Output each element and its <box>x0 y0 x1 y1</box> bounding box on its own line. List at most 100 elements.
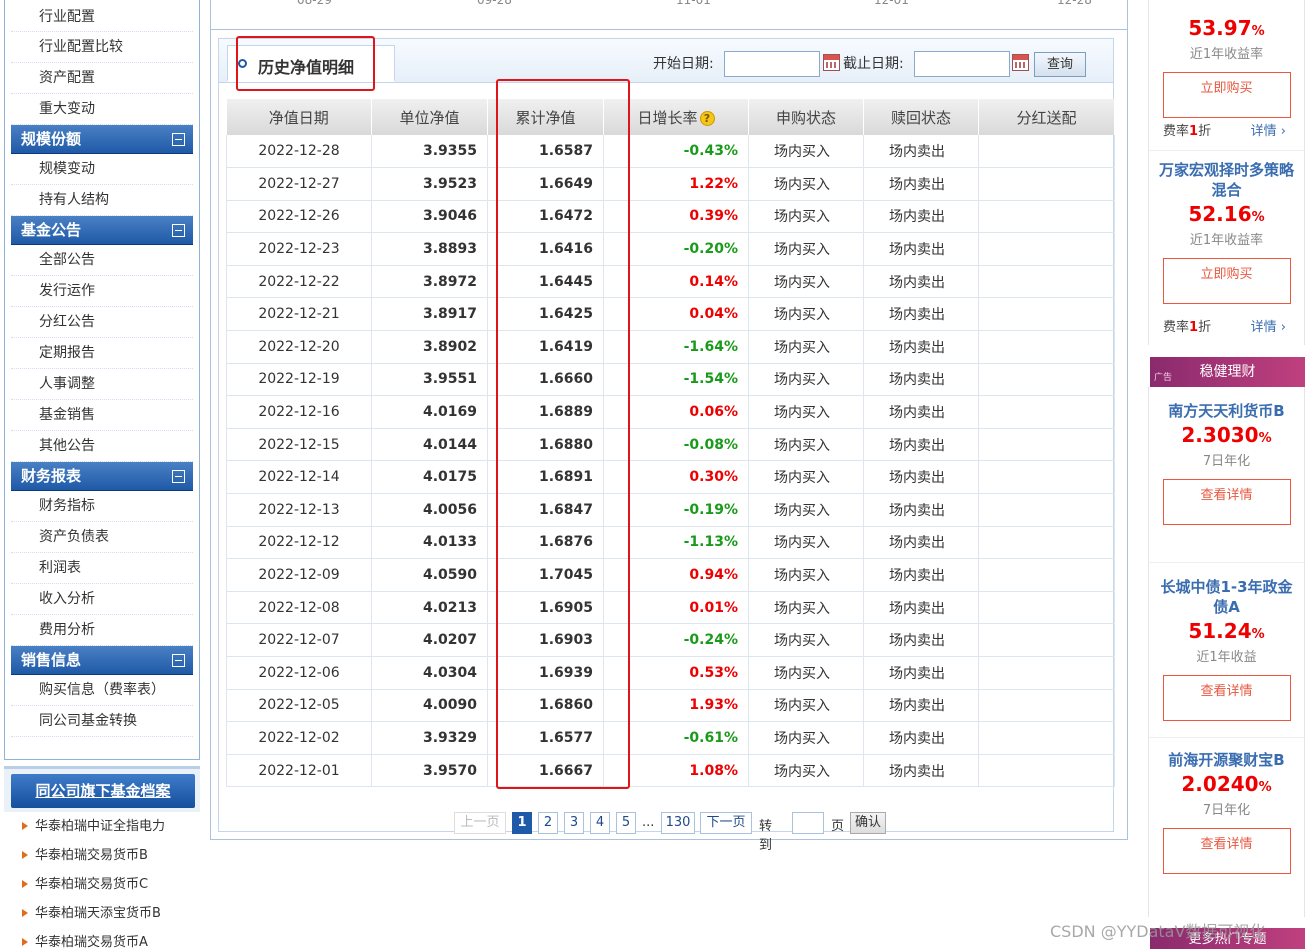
sidebar-item[interactable]: 持有人结构 <box>11 185 193 216</box>
cell-redeem-status: 场内卖出 <box>863 232 979 266</box>
cell-dividend <box>978 428 1115 462</box>
company-fund-link[interactable]: 华泰柏瑞中证全指电力 <box>4 812 200 841</box>
cell-unit-nav: 4.0213 <box>371 591 488 625</box>
sidebar-item[interactable]: 分红公告 <box>11 307 193 338</box>
fund-name-link[interactable]: 万家宏观择时多策略混合 <box>1149 160 1304 200</box>
company-fund-link[interactable]: 华泰柏瑞交易货币C <box>4 870 200 899</box>
fund-name-link[interactable]: 长城中债1-3年政金债A <box>1149 577 1304 617</box>
collapse-icon[interactable] <box>172 654 185 667</box>
sidebar-item[interactable]: 费用分析 <box>11 615 193 646</box>
cell-acc-nav: 1.6847 <box>487 493 604 527</box>
buy-now-button[interactable]: 立即购买 <box>1162 72 1291 118</box>
cell-acc-nav: 1.6577 <box>487 721 604 755</box>
cell-acc-nav: 1.6419 <box>487 330 604 364</box>
sidebar-item[interactable]: 重大变动 <box>11 94 193 125</box>
fee-rate-number: 1 <box>1189 124 1199 139</box>
fund-name-link[interactable]: 南方天天利货币B <box>1149 401 1304 421</box>
calendar-icon[interactable] <box>1012 54 1029 71</box>
buy-now-button[interactable]: 立即购买 <box>1162 258 1291 304</box>
page-button[interactable]: 4 <box>590 812 610 834</box>
sidebar-item[interactable]: 定期报告 <box>11 338 193 369</box>
page-button[interactable]: 1 <box>512 812 532 834</box>
chevron-right-icon: › <box>1280 320 1286 335</box>
detail-link[interactable]: 详情 › <box>1251 120 1286 139</box>
sidebar-item[interactable]: 购买信息（费率表） <box>11 675 193 706</box>
page-button[interactable]: 130 <box>661 812 695 834</box>
page-button[interactable]: 2 <box>538 812 558 834</box>
page-button[interactable]: 5 <box>616 812 636 834</box>
cell-dividend <box>978 558 1115 592</box>
percent-sign: % <box>1251 627 1265 642</box>
collapse-icon[interactable] <box>172 470 185 483</box>
cell-daily-growth: -0.43% <box>603 135 749 169</box>
cell-redeem-status: 场内卖出 <box>863 330 979 364</box>
table-row: 2022-12-26 3.9046 1.6472 0.39% 场内买入 场内卖出 <box>226 200 1115 234</box>
sidebar-item[interactable]: 行业配置比较 <box>11 32 193 63</box>
cell-redeem-status: 场内卖出 <box>863 460 979 495</box>
sidebar-item[interactable]: 基金销售 <box>11 400 193 431</box>
sidebar-item[interactable]: 利润表 <box>11 553 193 584</box>
promo-banner[interactable]: 广告 稳健理财 <box>1150 357 1305 387</box>
sidebar-item[interactable]: 财务指标 <box>11 491 193 522</box>
fund-return-value: 53.97% <box>1149 14 1304 46</box>
sidebar-item[interactable]: 其他公告 <box>11 431 193 462</box>
prev-page-button[interactable]: 上一页 <box>454 812 506 834</box>
sidebar-item[interactable]: 收入分析 <box>11 584 193 615</box>
cell-acc-nav: 1.6667 <box>487 754 604 788</box>
col-header-dividend: 分红送配 <box>978 99 1115 135</box>
col-header-daily-growth: 日增长率? <box>603 99 749 135</box>
cell-dividend <box>978 363 1115 397</box>
goto-confirm-button[interactable]: 确认 <box>850 812 886 834</box>
query-button[interactable]: 查询 <box>1034 52 1086 77</box>
sidebar-section-header[interactable]: 规模份额 <box>11 125 193 154</box>
fund-ad-card: 长城中债1-3年政金债A 51.24% 近1年收益 查看详情 <box>1148 562 1305 737</box>
watermark-text: CSDN @YYDataV数据可视化 <box>1050 922 1266 941</box>
start-date-input[interactable] <box>724 51 820 77</box>
cell-date: 2022-12-13 <box>226 493 372 527</box>
cell-date: 2022-12-20 <box>226 330 372 364</box>
sidebar-item[interactable]: 人事调整 <box>11 369 193 400</box>
sidebar-item[interactable]: 资产负债表 <box>11 522 193 553</box>
fund-return-number: 2.0240 <box>1181 772 1259 796</box>
sidebar-item[interactable]: 行业配置 <box>11 0 193 32</box>
fund-return-number: 51.24 <box>1188 619 1252 643</box>
sidebar-section-header[interactable]: 销售信息 <box>11 646 193 675</box>
sidebar-item[interactable]: 资产配置 <box>11 63 193 94</box>
view-detail-button[interactable]: 查看详情 <box>1162 675 1291 721</box>
cell-dividend <box>978 232 1115 266</box>
cell-unit-nav: 4.0169 <box>371 395 488 429</box>
cell-subscribe-status: 场内买入 <box>748 135 864 169</box>
sidebar-section-header[interactable]: 财务报表 <box>11 462 193 491</box>
collapse-icon[interactable] <box>172 133 185 146</box>
cell-unit-nav: 3.9523 <box>371 167 488 201</box>
next-page-button[interactable]: 下一页 <box>700 812 752 834</box>
sidebar-section-header[interactable]: 基金公告 <box>11 216 193 245</box>
company-fund-link[interactable]: 华泰柏瑞天添宝货币B <box>4 899 200 928</box>
view-detail-button[interactable]: 查看详情 <box>1162 479 1291 525</box>
view-detail-button[interactable]: 查看详情 <box>1162 828 1291 874</box>
cell-daily-growth: 1.08% <box>603 754 749 788</box>
collapse-icon[interactable] <box>172 224 185 237</box>
goto-page-input[interactable] <box>792 812 824 834</box>
left-sidebar: 行业配置 行业配置比较 资产配置 重大变动 规模份额 规模变动 持有人结构 基金公告 全部公告发… <box>4 0 200 760</box>
sidebar-item[interactable]: 全部公告 <box>11 245 193 276</box>
company-funds-title[interactable]: 同公司旗下基金档案 <box>11 774 195 808</box>
sidebar-item[interactable]: 发行运作 <box>11 276 193 307</box>
help-icon[interactable]: ? <box>699 110 715 126</box>
calendar-icon[interactable] <box>823 54 840 71</box>
fund-name-link[interactable]: 前海开源聚财宝B <box>1149 750 1304 770</box>
axis-tick: 09-28 <box>477 0 512 7</box>
panel-title-bar: 历史净值明细 开始日期: 截止日期: 查询 <box>219 39 1113 83</box>
detail-link[interactable]: 详情 › <box>1251 316 1286 335</box>
end-date-input[interactable] <box>914 51 1010 77</box>
nav-chart-strip: 08-29 09-28 11-01 12-01 12-28 <box>210 0 1128 30</box>
sidebar-item[interactable]: 同公司基金转换 <box>11 706 193 737</box>
cell-acc-nav: 1.6587 <box>487 135 604 169</box>
page-button[interactable]: 3 <box>564 812 584 834</box>
detail-link-label: 详情 <box>1250 124 1277 139</box>
page-unit-label: 页 <box>831 819 845 834</box>
company-fund-link[interactable]: 华泰柏瑞交易货币B <box>4 841 200 870</box>
tab-nav-history[interactable]: 历史净值明细 <box>227 45 395 82</box>
company-fund-link[interactable]: 华泰柏瑞交易货币A <box>4 928 200 949</box>
sidebar-item[interactable]: 规模变动 <box>11 154 193 185</box>
